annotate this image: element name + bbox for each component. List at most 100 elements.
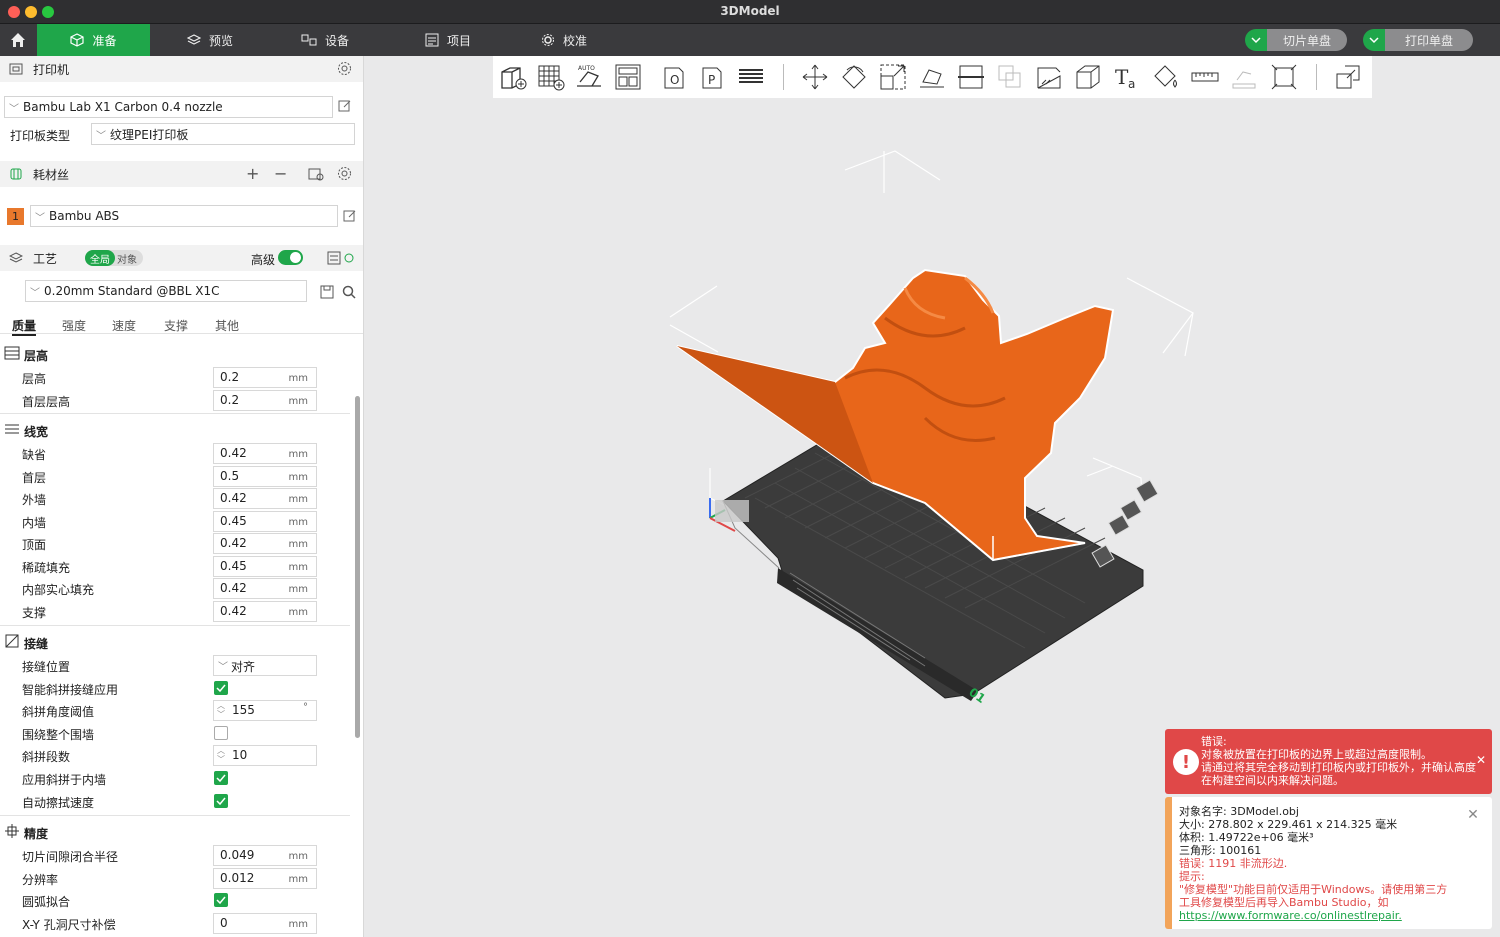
whole-wall-checkbox[interactable] <box>214 726 228 740</box>
save-icon[interactable] <box>320 285 334 299</box>
search-icon[interactable] <box>342 285 356 299</box>
setting-input[interactable]: 0.42 mm <box>213 601 317 622</box>
subtab-support[interactable]: 支撑 <box>164 317 188 334</box>
tab-device[interactable]: 设备 <box>275 24 375 56</box>
split-objects-icon[interactable] <box>1333 62 1363 92</box>
xy-hole-input[interactable]: 0 mm <box>213 913 317 934</box>
scale-icon[interactable] <box>878 62 908 92</box>
error-title: 错误: <box>1201 735 1227 748</box>
assembly-icon[interactable] <box>1229 62 1259 92</box>
add-filament-icon[interactable]: + <box>246 164 259 183</box>
inner-wall-scarf-label: 应用斜拼于内墙 <box>22 773 107 787</box>
arrange-icon[interactable] <box>613 62 643 92</box>
filament-sync-icon[interactable] <box>308 166 324 182</box>
repair-link[interactable]: https://www.formware.co/onlinestlrepair. <box>1179 909 1402 922</box>
plate-type-select[interactable]: ﹀ 纹理PEI打印板 <box>91 123 355 145</box>
add-object-icon[interactable] <box>498 62 528 92</box>
smart-scarf-checkbox[interactable] <box>214 681 228 695</box>
advanced-toggle[interactable] <box>278 250 303 265</box>
setting-input[interactable]: 0.42 mm <box>213 488 317 509</box>
scarf-angle-spinner[interactable]: ︿ ﹀ 155 ° <box>213 700 317 721</box>
setting-input[interactable]: 0.42 mm <box>213 443 317 464</box>
print-plate-button[interactable]: 打印单盘 <box>1363 29 1474 51</box>
svg-text:T: T <box>1115 65 1129 89</box>
move-icon[interactable] <box>800 62 830 92</box>
printer-select[interactable]: ﹀ Bambu Lab X1 Carbon 0.4 nozzle <box>4 96 333 118</box>
setting-input[interactable]: 0.42 mm <box>213 578 317 599</box>
setting-unit: mm <box>288 539 308 550</box>
setting-row: 斜拼角度阈值 ︿ ﹀ 155 ° <box>0 700 363 722</box>
slice-dropdown[interactable] <box>1245 29 1267 51</box>
setting-label: 内部实心填充 <box>22 583 95 597</box>
gap-closing-value: 0.049 <box>220 848 255 862</box>
layer-view-icon[interactable]: O <box>659 62 689 92</box>
arc-fitting-checkbox[interactable] <box>214 893 228 907</box>
filament-select-value: Bambu ABS <box>49 209 120 223</box>
toggle-object[interactable]: 对象 <box>115 250 139 266</box>
home-button[interactable] <box>0 24 36 56</box>
support-paint-icon[interactable] <box>1034 62 1064 92</box>
cut-icon[interactable] <box>956 62 986 92</box>
global-object-toggle[interactable]: 全局 对象 <box>85 250 143 266</box>
filament-settings-icon[interactable] <box>337 166 352 181</box>
chevron-down-icon: ﹀ <box>35 212 45 224</box>
remove-filament-icon[interactable]: − <box>274 164 287 183</box>
scarf-steps-label: 斜拼段数 <box>22 750 71 764</box>
close-icon[interactable]: ✕ <box>1476 753 1486 767</box>
color-paint-icon[interactable] <box>1151 62 1181 92</box>
setting-label: 内墙 <box>22 516 47 530</box>
slice-plate-button[interactable]: 切片单盘 <box>1245 29 1348 51</box>
setting-input[interactable]: 0.45 mm <box>213 511 317 532</box>
slice-list-icon[interactable] <box>736 62 766 92</box>
seam-paint-icon[interactable] <box>1073 62 1103 92</box>
gap-closing-input[interactable]: 0.049 mm <box>213 845 317 866</box>
error-notification: ! 错误: 对象被放置在打印板的边界上或超过高度限制。 请通过将其完全移动到打印… <box>1165 729 1492 794</box>
subtab-strength[interactable]: 强度 <box>62 317 86 334</box>
inner-wall-scarf-checkbox[interactable] <box>214 771 228 785</box>
resolution-input[interactable]: 0.012 mm <box>213 868 317 889</box>
project-icon <box>425 33 439 47</box>
edit-icon[interactable] <box>343 209 357 223</box>
tab-prepare[interactable]: 准备 <box>37 24 150 56</box>
precision-group: 精度 <box>0 815 350 843</box>
auto-wipe-speed-checkbox[interactable] <box>214 794 228 808</box>
setting-input[interactable]: 0.2 mm <box>213 390 317 411</box>
rotate-icon[interactable] <box>839 62 869 92</box>
tab-project[interactable]: 项目 <box>398 24 498 56</box>
compare-icon[interactable] <box>327 251 355 265</box>
scarf-steps-spinner[interactable]: ︿ ﹀ 10 <box>213 745 317 766</box>
subtab-speed[interactable]: 速度 <box>112 317 136 334</box>
fit-view-icon[interactable] <box>1269 62 1299 92</box>
layers-icon <box>186 34 201 45</box>
filament-slot-badge[interactable]: 1 <box>7 208 24 225</box>
boolean-icon[interactable] <box>995 62 1025 92</box>
toggle-global[interactable]: 全局 <box>85 250 115 266</box>
precision-icon <box>5 824 19 838</box>
setting-input[interactable]: 0.45 mm <box>213 556 317 577</box>
setting-input[interactable]: 0.5 mm <box>213 466 317 487</box>
resolution-unit: mm <box>288 874 308 885</box>
tab-preview[interactable]: 预览 <box>160 24 260 56</box>
setting-input[interactable]: 0.2 mm <box>213 367 317 388</box>
subtab-others[interactable]: 其他 <box>215 317 239 334</box>
printer-settings-icon[interactable] <box>337 61 352 76</box>
seam-position-select[interactable]: ﹀ 对齐 <box>213 655 317 676</box>
text-icon[interactable]: Ta <box>1112 62 1142 92</box>
setting-row: 圆弧拟合 <box>0 890 363 912</box>
close-icon[interactable]: ✕ <box>1464 806 1482 824</box>
auto-orient-icon[interactable]: AUTO <box>574 62 604 92</box>
edit-icon[interactable] <box>338 99 352 113</box>
print-dropdown[interactable] <box>1363 29 1385 51</box>
setting-input[interactable]: 0.42 mm <box>213 533 317 554</box>
subtab-quality[interactable]: 质量 <box>12 317 37 336</box>
setting-row: X-Y 孔洞尺寸补偿 0 mm <box>0 913 363 935</box>
filament-select[interactable]: ﹀ Bambu ABS <box>30 205 338 227</box>
slice-plate-label: 切片单盘 <box>1267 29 1348 51</box>
add-plate-icon[interactable] <box>536 62 566 92</box>
tab-calibration[interactable]: 校准 <box>514 24 614 56</box>
measure-icon[interactable] <box>1190 62 1220 92</box>
process-preset-select[interactable]: ﹀ 0.20mm Standard @BBL X1C <box>25 280 307 302</box>
lay-on-face-icon[interactable] <box>917 62 947 92</box>
settings-scrollbar[interactable] <box>355 396 360 738</box>
plate-view-icon[interactable]: P <box>697 62 727 92</box>
